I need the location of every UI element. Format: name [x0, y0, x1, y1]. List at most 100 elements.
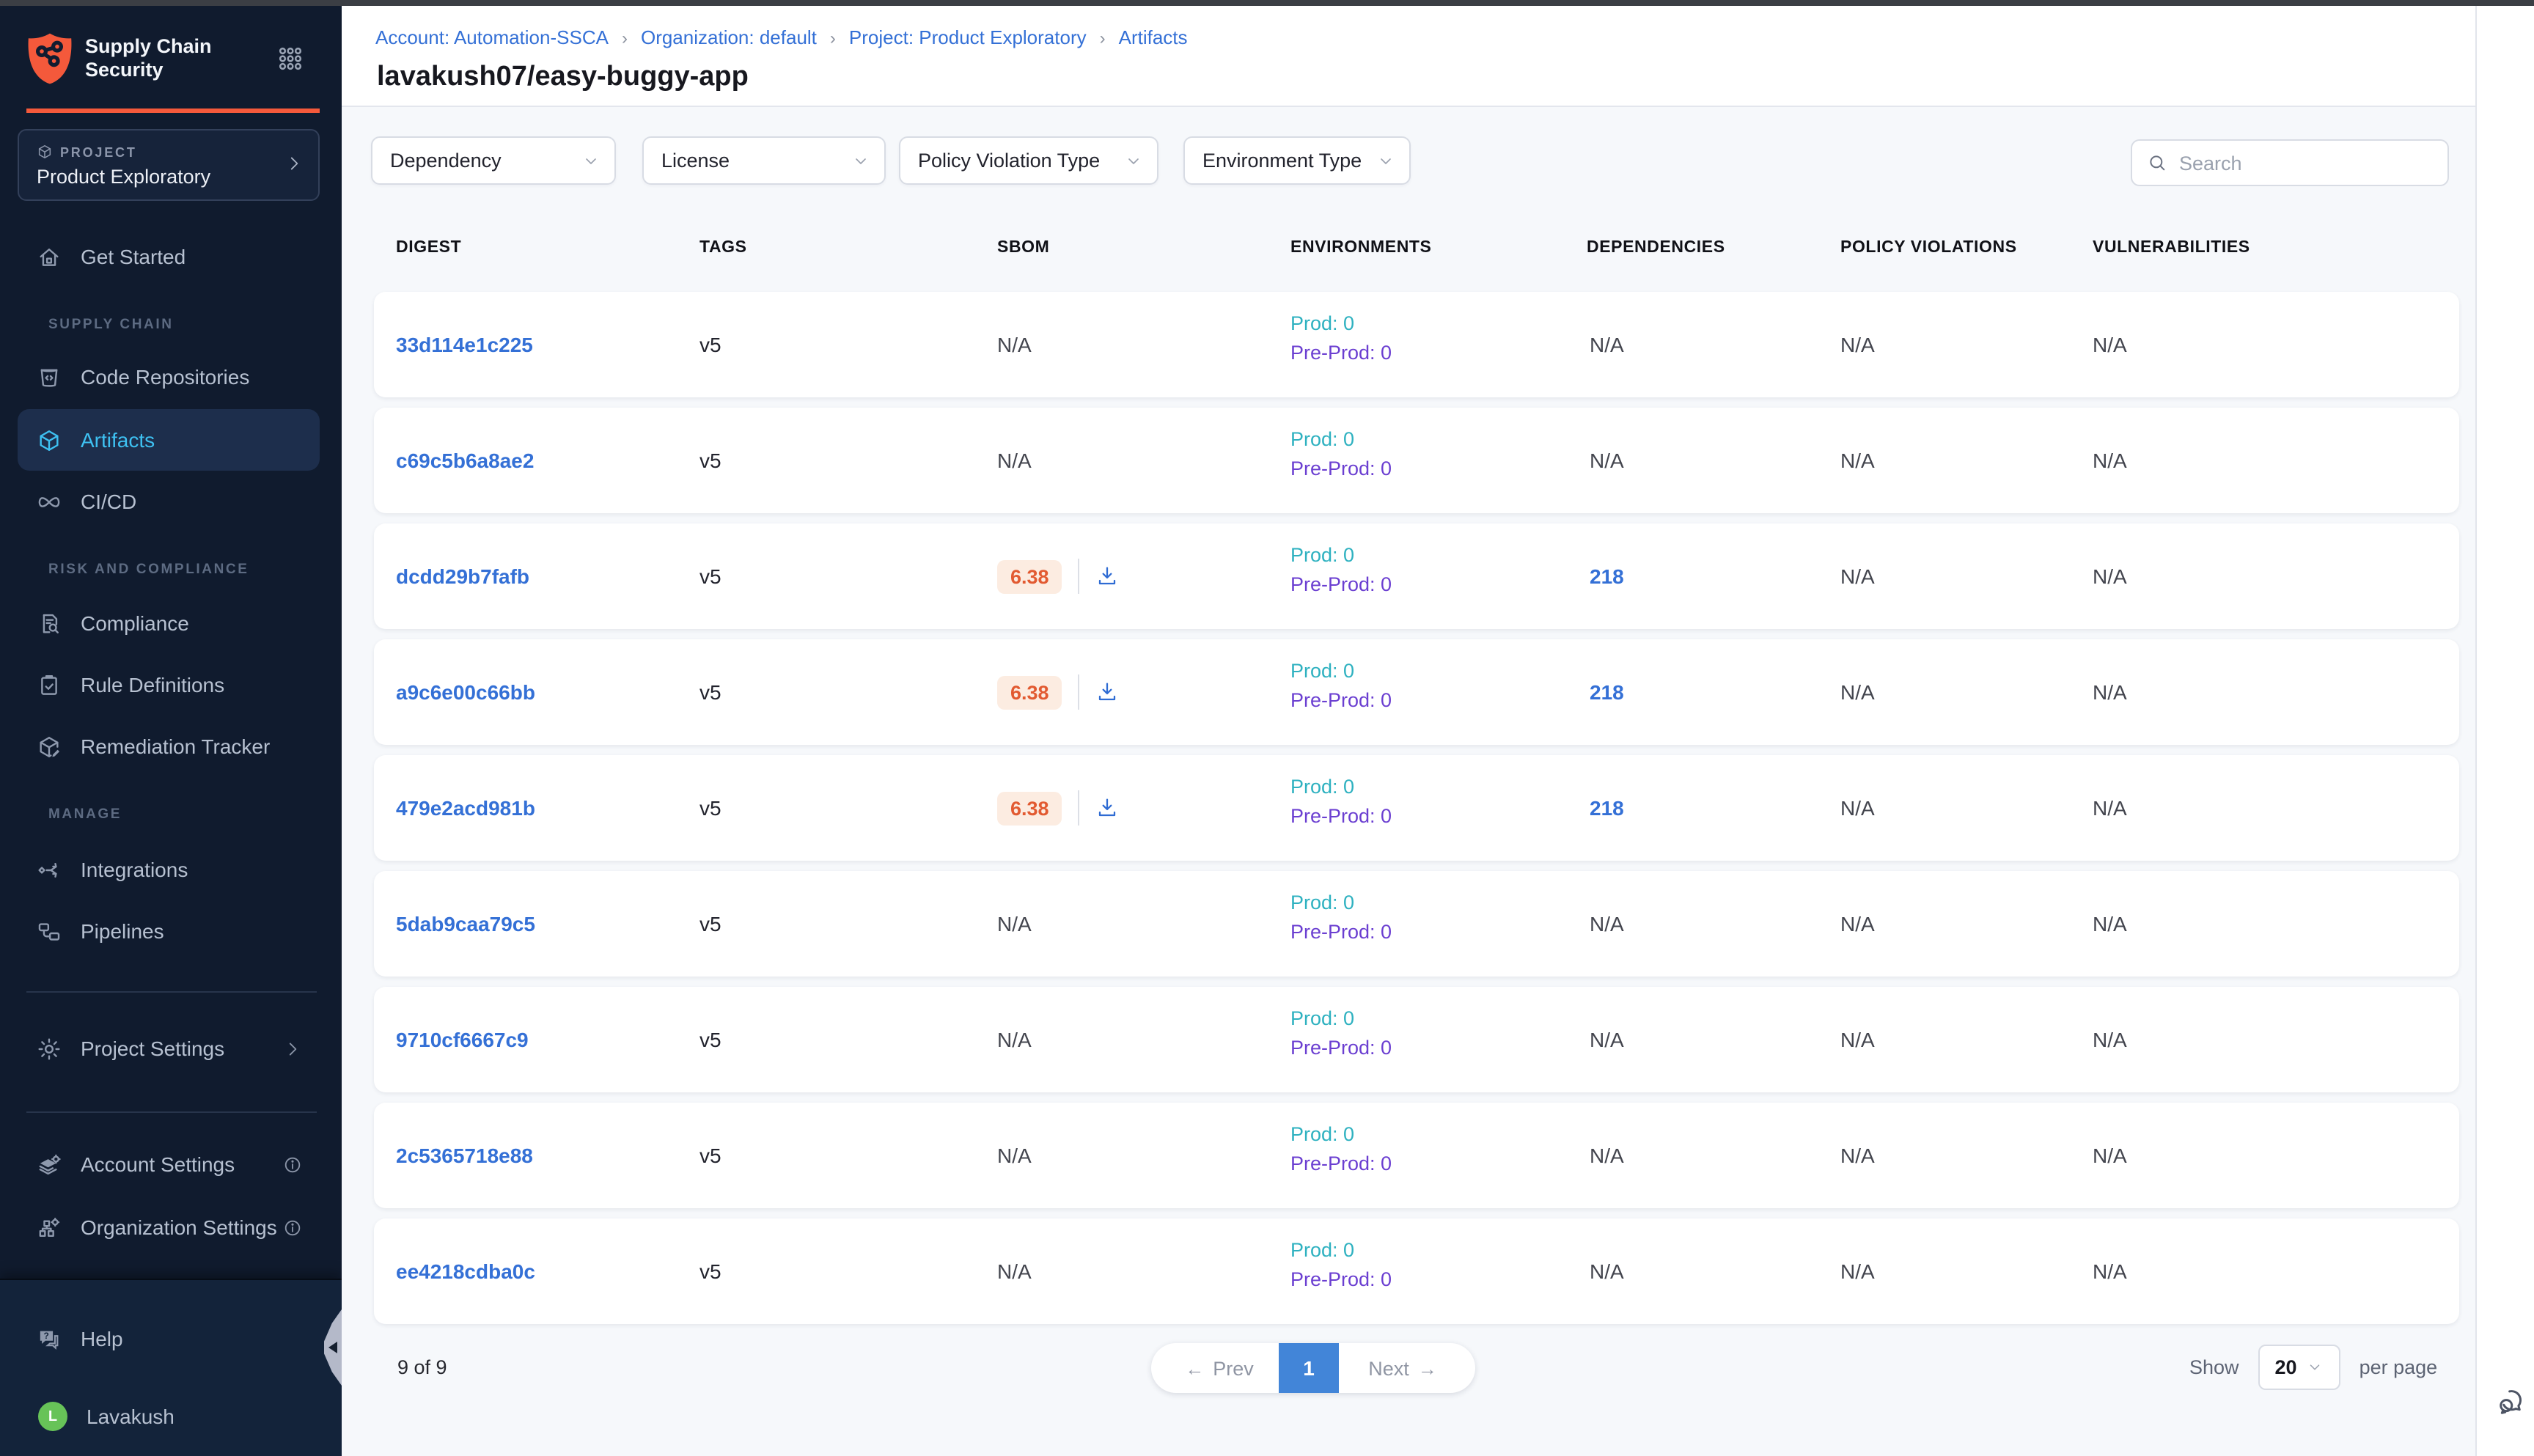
show-label: Show	[2189, 1356, 2239, 1378]
sidebar-item-help[interactable]: ? Help	[18, 1309, 320, 1368]
org-chart-gear-icon	[37, 1215, 62, 1240]
filter-license[interactable]: License	[642, 136, 886, 185]
policy-violations-value: N/A	[1840, 1103, 1875, 1208]
env-prod-value: Prod: 0	[1290, 891, 1392, 913]
breadcrumb-organization[interactable]: Organization: default	[641, 26, 817, 48]
tag-value: v5	[699, 987, 721, 1092]
digest-link[interactable]: ee4218cdba0c	[396, 1218, 535, 1324]
sidebar-item-remediation-tracker[interactable]: Remediation Tracker	[18, 717, 320, 776]
user-name: Lavakush	[87, 1405, 175, 1428]
chevron-down-icon	[582, 152, 600, 169]
vulnerabilities-value: N/A	[2093, 1218, 2127, 1324]
sidebar-item-integrations[interactable]: Integrations	[18, 840, 320, 899]
breadcrumb-account[interactable]: Account: Automation-SSCA	[375, 26, 609, 48]
home-icon	[37, 244, 62, 269]
dependencies-link[interactable]: 218	[1590, 639, 1624, 745]
env-preprod-value: Pre-Prod: 0	[1290, 457, 1392, 479]
sidebar-item-rule-definitions[interactable]: Rule Definitions	[18, 655, 320, 714]
chevron-down-icon	[1377, 152, 1395, 169]
integrations-icon	[37, 857, 62, 882]
filter-label: Dependency	[390, 150, 502, 172]
table-row: 9710cf6667c9v5N/AProd: 0Pre-Prod: 0N/AN/…	[374, 987, 2459, 1092]
table-row: 33d114e1c225v5N/AProd: 0Pre-Prod: 0N/AN/…	[374, 292, 2459, 397]
sbom-value: N/A	[997, 987, 1032, 1092]
env-prod-value: Prod: 0	[1290, 1007, 1392, 1029]
info-icon[interactable]	[283, 1155, 302, 1174]
user-menu[interactable]: L Lavakush	[18, 1387, 320, 1446]
filter-label: Environment Type	[1202, 150, 1362, 172]
policy-violations-value: N/A	[1840, 292, 1875, 397]
project-selector[interactable]: PROJECT Product Exploratory	[18, 129, 320, 201]
chat-support-icon[interactable]	[2497, 1386, 2528, 1416]
next-page-button[interactable]: Next →	[1339, 1343, 1475, 1393]
digest-link[interactable]: 5dab9caa79c5	[396, 871, 535, 977]
tag-value: v5	[699, 871, 721, 977]
digest-link[interactable]: 479e2acd981b	[396, 755, 535, 861]
breadcrumb-artifacts[interactable]: Artifacts	[1119, 26, 1188, 48]
digest-link[interactable]: 2c5365718e88	[396, 1103, 533, 1208]
sidebar-item-organization-settings[interactable]: Organization Settings	[18, 1198, 320, 1257]
sidebar-item-label: Project Settings	[81, 1037, 224, 1060]
column-header-policy-violations: POLICY VIOLATIONS	[1840, 239, 2017, 257]
breadcrumb: Account: Automation-SSCA › Organization:…	[375, 26, 1188, 48]
sidebar-item-compliance[interactable]: Compliance	[18, 594, 320, 652]
filter-label: License	[661, 150, 730, 172]
sidebar-divider	[26, 991, 317, 993]
filter-policy-violation-type[interactable]: Policy Violation Type	[899, 136, 1158, 185]
app-switcher-icon[interactable]	[277, 45, 304, 72]
env-prod-value: Prod: 0	[1290, 428, 1392, 450]
arrow-left-icon: ←	[1185, 1357, 1204, 1379]
sbom-score-badge: 6.38	[997, 559, 1062, 593]
prev-page-button[interactable]: ← Prev	[1151, 1343, 1279, 1393]
sidebar-item-code-repositories[interactable]: Code Repositories	[18, 348, 320, 406]
sidebar-item-label: Artifacts	[81, 428, 155, 452]
sbom-download-button[interactable]	[1096, 680, 1120, 704]
env-prod-value: Prod: 0	[1290, 1239, 1392, 1261]
chevron-right-icon	[283, 1039, 302, 1058]
divider	[1079, 559, 1080, 594]
project-selector-label: PROJECT	[37, 144, 137, 160]
filter-dependency[interactable]: Dependency	[371, 136, 616, 185]
digest-link[interactable]: dcdd29b7fafb	[396, 523, 529, 629]
sidebar-item-label: Account Settings	[81, 1152, 235, 1176]
page-size-select[interactable]: 20	[2258, 1345, 2340, 1390]
dependencies-link[interactable]: 218	[1590, 755, 1624, 861]
digest-link[interactable]: 33d114e1c225	[396, 292, 533, 397]
main-content: Dependency License Policy Violation Type…	[342, 107, 2475, 1456]
info-icon[interactable]	[283, 1218, 302, 1237]
sbom-cell: 6.38	[997, 755, 1120, 861]
breadcrumb-separator: ›	[1100, 27, 1106, 48]
dependencies-value: N/A	[1590, 987, 1624, 1092]
vulnerabilities-value: N/A	[2093, 871, 2127, 977]
column-header-tags: TAGS	[699, 239, 747, 257]
digest-link[interactable]: c69c5b6a8ae2	[396, 408, 534, 513]
divider	[1079, 790, 1080, 826]
policy-violations-value: N/A	[1840, 755, 1875, 861]
sidebar-item-pipelines[interactable]: Pipelines	[18, 902, 320, 960]
dependencies-value: N/A	[1590, 292, 1624, 397]
env-preprod-value: Pre-Prod: 0	[1290, 342, 1392, 364]
tag-value: v5	[699, 755, 721, 861]
sbom-download-button[interactable]	[1096, 565, 1120, 588]
sbom-download-button[interactable]	[1096, 796, 1120, 820]
digest-link[interactable]: a9c6e00c66bb	[396, 639, 535, 745]
filter-environment-type[interactable]: Environment Type	[1183, 136, 1411, 185]
sbom-cell: 6.38	[997, 523, 1120, 629]
sidebar-item-get-started[interactable]: Get Started	[18, 227, 320, 286]
env-preprod-value: Pre-Prod: 0	[1290, 1152, 1392, 1174]
env-preprod-value: Pre-Prod: 0	[1290, 573, 1392, 595]
sbom-value: N/A	[997, 1218, 1032, 1324]
dependencies-link[interactable]: 218	[1590, 523, 1624, 629]
sidebar-item-artifacts[interactable]: Artifacts	[18, 409, 320, 471]
sidebar-item-account-settings[interactable]: Account Settings	[18, 1135, 320, 1194]
breadcrumb-project[interactable]: Project: Product Exploratory	[849, 26, 1087, 48]
tag-value: v5	[699, 1218, 721, 1324]
sidebar-item-project-settings[interactable]: Project Settings	[18, 1019, 320, 1078]
digest-link[interactable]: 9710cf6667c9	[396, 987, 529, 1092]
search-input[interactable]	[2179, 152, 2414, 174]
environments-cell: Prod: 0Pre-Prod: 0	[1290, 1007, 1392, 1059]
column-header-dependencies: DEPENDENCIES	[1587, 239, 1725, 257]
sidebar-item-label: CI/CD	[81, 490, 136, 513]
page-1-button[interactable]: 1	[1279, 1343, 1339, 1393]
sidebar-item-cicd[interactable]: CI/CD	[18, 472, 320, 531]
